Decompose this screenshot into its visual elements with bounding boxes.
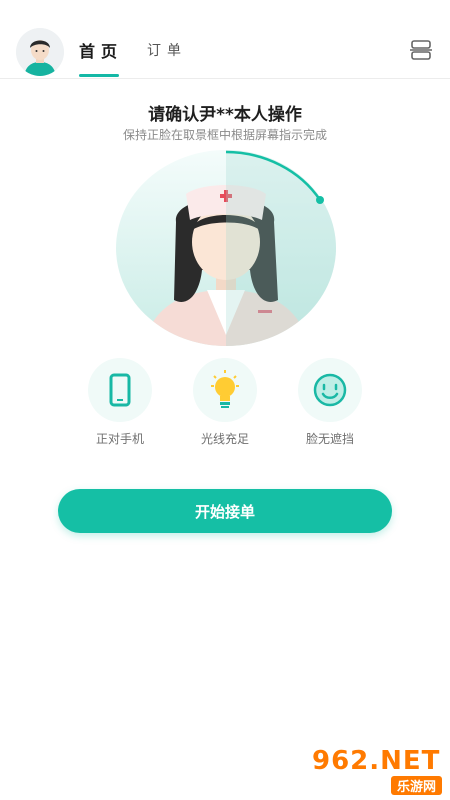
tab-orders[interactable]: 订单 (147, 40, 187, 60)
tip-label: 正对手机 (95, 432, 144, 446)
tip-face-unobstructed: 脸无遮挡 (290, 358, 370, 447)
tip-label: 光线充足 (200, 432, 249, 446)
start-accepting-orders-button[interactable]: 开始接单 (58, 489, 392, 533)
scan-icon[interactable] (409, 38, 433, 62)
verify-subtitle: 保持正脸在取景框中根据屏幕指示完成 (122, 128, 327, 142)
phone-icon (88, 358, 152, 422)
watermark-main: 962.NET (312, 746, 441, 776)
tip-label: 脸无遮挡 (305, 432, 354, 446)
site-watermark-logo: 962.NET 乐游网 (312, 746, 444, 795)
top-bar: 首页 订单 (0, 0, 450, 79)
verify-title: 请确认尹**本人操作 (148, 105, 302, 125)
active-tab-indicator (79, 74, 119, 77)
tip-face-phone: 正对手机 (80, 358, 160, 447)
smile-face-icon (298, 358, 362, 422)
tip-lighting: 光线充足 (185, 358, 265, 447)
user-avatar[interactable] (16, 28, 64, 76)
tab-home[interactable]: 首页 (79, 38, 123, 62)
avatar-illustration (16, 28, 64, 76)
watermark-sub: 乐游网 (390, 776, 442, 795)
face-capture-frame (112, 150, 340, 350)
lightbulb-icon (193, 358, 257, 422)
